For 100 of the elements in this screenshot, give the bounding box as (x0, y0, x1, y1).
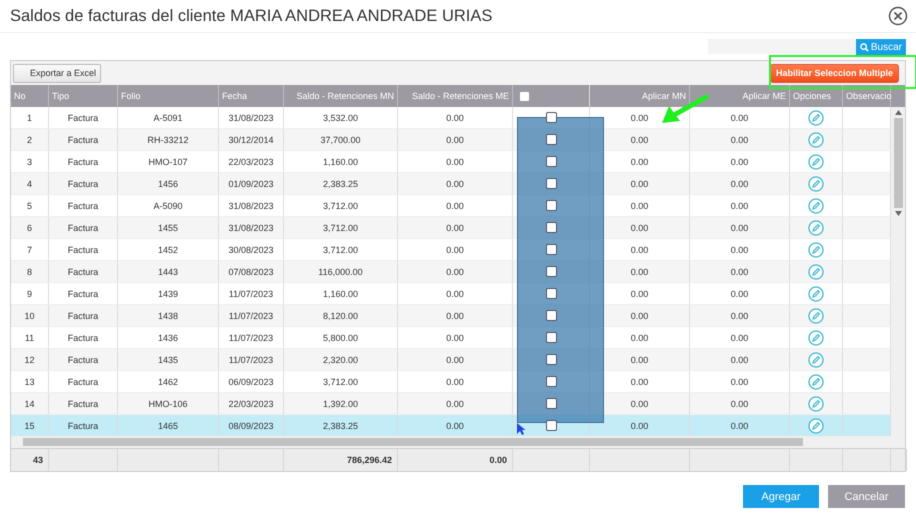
row-checkbox[interactable] (546, 332, 556, 343)
vertical-scrollbar[interactable] (891, 107, 905, 437)
table-row[interactable]: 11 Factura 1436 11/07/2023 5,800.00 0.00 0.00 0.00 (11, 327, 891, 349)
edit-icon[interactable] (808, 132, 824, 148)
edit-icon[interactable] (808, 418, 824, 434)
row-checkbox[interactable] (546, 222, 556, 233)
edit-icon[interactable] (808, 374, 824, 390)
table-cell: 0.00 (630, 134, 648, 144)
row-checkbox[interactable] (546, 398, 556, 409)
table-cell: 0.00 (730, 178, 748, 188)
table-row[interactable]: 8 Factura 1443 07/08/2023 116,000.00 0.00 0.00 0.00 (11, 261, 891, 283)
table-cell: 0.00 (446, 244, 464, 254)
table-cell: 0.00 (730, 398, 748, 408)
select-all-checkbox[interactable] (520, 92, 529, 100)
table-cell: 0.00 (446, 354, 464, 364)
total-cell: 786,296.42 (346, 455, 392, 465)
table-cell: 2 (26, 134, 32, 144)
edit-icon[interactable] (808, 308, 824, 324)
row-checkbox[interactable] (546, 178, 556, 189)
table-cell: Factura (68, 156, 98, 166)
table-cell: Factura (68, 310, 98, 320)
table-cell: Factura (68, 222, 98, 232)
table-cell: 2,320.00 (322, 354, 358, 364)
scrollbar-thumb[interactable] (23, 438, 803, 446)
scroll-down-icon[interactable] (894, 211, 902, 216)
edit-icon[interactable] (808, 154, 824, 170)
edit-icon[interactable] (808, 264, 824, 280)
table-row[interactable]: 7 Factura 1452 30/08/2023 3,712.00 0.00 0.00 0.00 (11, 239, 891, 261)
table-cell: HMO-107 (148, 156, 188, 166)
row-checkbox[interactable] (546, 134, 556, 145)
table-row[interactable]: 9 Factura 1439 11/07/2023 1,160.00 0.00 0.00 0.00 (11, 283, 891, 305)
table-cell: 0.00 (446, 156, 464, 166)
table-row[interactable]: 15 Factura 1465 08/09/2023 2,383.25 0.00 0.00 0.00 (11, 415, 891, 437)
table-cell: 11/07/2023 (228, 332, 274, 342)
table-row[interactable]: 12 Factura 1435 11/07/2023 2,320.00 0.00 0.00 0.00 (11, 349, 891, 371)
edit-icon[interactable] (808, 286, 824, 302)
search-field[interactable] (708, 39, 856, 54)
table-cell: 0.00 (630, 332, 648, 342)
table-row[interactable]: 6 Factura 1455 31/08/2023 3,712.00 0.00 0.00 0.00 (11, 217, 891, 239)
table-row[interactable]: 1 Factura A-5091 31/08/2023 3,532.00 0.00 0.00 0.00 (11, 107, 891, 129)
edit-icon[interactable] (808, 352, 824, 368)
table-cell: 0.00 (630, 354, 648, 364)
table-cell: 1439 (158, 288, 178, 298)
row-checkbox[interactable] (546, 200, 556, 211)
table-cell: 0.00 (730, 200, 748, 210)
table-row[interactable]: 3 Factura HMO-107 22/03/2023 1,160.00 0.00 0.00 0.00 (11, 151, 891, 173)
scroll-up-icon[interactable] (894, 110, 902, 115)
table-cell: 30/08/2023 (228, 244, 274, 254)
table-cell: 22/03/2023 (228, 156, 274, 166)
table-row[interactable]: 14 Factura HMO-106 22/03/2023 1,392.00 0.00 0.00 0.00 (11, 393, 891, 415)
table-cell: Factura (68, 398, 98, 408)
row-checkbox[interactable] (546, 266, 556, 277)
edit-icon[interactable] (808, 176, 824, 192)
table-cell: 0.00 (446, 398, 464, 408)
table-cell: 31/08/2023 (228, 222, 274, 232)
table-row[interactable]: 2 Factura RH-33212 30/12/2014 37,700.00 0.00 0.00 0.00 (11, 129, 891, 151)
table-cell: 0.00 (446, 376, 464, 386)
edit-icon[interactable] (808, 110, 824, 126)
row-checkbox[interactable] (546, 156, 556, 167)
edit-icon[interactable] (808, 330, 824, 346)
edit-icon[interactable] (808, 220, 824, 236)
table-cell: 15 (24, 420, 34, 430)
table-cell: 0.00 (630, 420, 648, 430)
table-cell: 0.00 (730, 310, 748, 320)
table-row[interactable]: 5 Factura A-5090 31/08/2023 3,712.00 0.00 0.00 0.00 (11, 195, 891, 217)
table-cell: 0.00 (730, 354, 748, 364)
row-checkbox[interactable] (546, 310, 556, 321)
table-cell: 3,532.00 (322, 112, 358, 122)
edit-icon[interactable] (808, 242, 824, 258)
table-row[interactable]: 4 Factura 1456 01/09/2023 2,383.25 0.00 0.00 0.00 (11, 173, 891, 195)
table-cell: 116,000.00 (318, 266, 363, 276)
table-cell: 0.00 (630, 310, 648, 320)
table-cell: 0.00 (730, 134, 748, 144)
table-row[interactable]: 10 Factura 1438 11/07/2023 8,120.00 0.00 0.00 0.00 (11, 305, 891, 327)
table-cell: 08/09/2023 (228, 420, 274, 430)
table-cell: 13 (24, 376, 34, 386)
table-cell: 11 (24, 332, 34, 342)
mouse-cursor-icon (516, 422, 526, 436)
table-cell: 2,383.25 (322, 178, 358, 188)
edit-icon[interactable] (808, 198, 824, 214)
table-cell: Factura (68, 288, 98, 298)
table-cell: 11/07/2023 (228, 288, 274, 298)
row-checkbox[interactable] (546, 288, 556, 299)
row-checkbox[interactable] (546, 420, 556, 431)
close-icon[interactable] (888, 6, 908, 26)
edit-icon[interactable] (808, 396, 824, 412)
table-cell: 1465 (158, 420, 178, 430)
table-cell: 06/09/2023 (228, 376, 274, 386)
row-checkbox[interactable] (546, 354, 556, 365)
export-button[interactable]: Exportar a Excel (13, 64, 101, 82)
table-cell: 8 (26, 266, 32, 276)
scrollbar-thumb[interactable] (894, 118, 902, 208)
horizontal-scrollbar[interactable] (11, 437, 905, 449)
search-icon (860, 43, 869, 52)
row-checkbox[interactable] (546, 112, 556, 123)
table-cell: 11/07/2023 (228, 354, 274, 364)
row-checkbox[interactable] (546, 244, 556, 255)
row-checkbox[interactable] (546, 376, 556, 387)
table-row[interactable]: 13 Factura 1462 06/09/2023 3,712.00 0.00 0.00 0.00 (11, 371, 891, 393)
table-cell: 1,160.00 (322, 156, 358, 166)
